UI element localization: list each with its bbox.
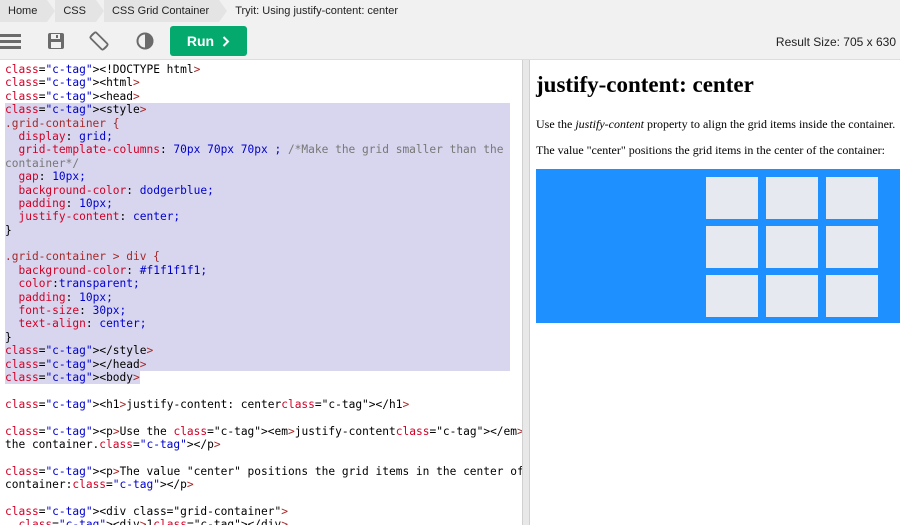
code-line: class="c-tag"><body> [5, 370, 140, 384]
grid-item [826, 275, 878, 317]
code-line: the container.class="c-tag"></p> [5, 437, 221, 451]
code-content: class="c-tag"><!DOCTYPE html> class="c-t… [0, 60, 522, 525]
breadcrumb: Home CSS CSS Grid Container Tryit: Using… [0, 0, 900, 22]
text: property to align the grid items inside … [643, 117, 896, 131]
result-frame: justify-content: center Use the justify-… [530, 60, 900, 525]
code-line: class="c-tag"><h1>justify-content: cente… [5, 397, 410, 411]
rotate-icon[interactable] [88, 30, 110, 52]
grid-container [536, 169, 900, 323]
chevron-right-icon [222, 35, 230, 47]
pane-splitter[interactable] [522, 60, 530, 525]
code-line: .grid-container > div { [5, 250, 160, 264]
grid-item [766, 275, 818, 317]
result-paragraph-1: Use the justify-content property to alig… [536, 117, 895, 132]
result-paragraph-2: The value "center" positions the grid it… [536, 143, 886, 157]
code-line: container*/ [5, 156, 80, 170]
code-line: class="c-tag"><html> [5, 76, 140, 90]
grid-item [706, 275, 758, 317]
code-line: class="c-tag"><div class="grid-container… [5, 504, 288, 518]
code-line: justify-content: center; [18, 210, 181, 224]
code-line: font-size: 30px; [18, 304, 127, 318]
breadcrumb-label: Home [8, 5, 38, 17]
code-line: padding: 10px; [18, 290, 113, 304]
grid-item [706, 226, 758, 268]
code-line: class="c-tag"><p>The value "center" posi… [5, 464, 522, 478]
code-line: display: grid; [18, 129, 113, 143]
text: Use the [536, 117, 576, 131]
code-line: background-color: dodgerblue; [18, 183, 214, 197]
theme-contrast-icon[interactable] [134, 30, 156, 52]
breadcrumb-label: CSS Grid Container [111, 5, 210, 17]
code-line: gap: 10px; [18, 170, 86, 184]
breadcrumb-label: Tryit: Using justify-content: center [235, 5, 399, 17]
code-line: container:class="c-tag"></p> [5, 478, 194, 492]
code-line: text-align: center; [18, 317, 147, 331]
breadcrumb-label: CSS [63, 5, 86, 17]
code-line: color:transparent; [18, 277, 140, 291]
save-icon[interactable] [45, 30, 67, 52]
emphasis-text: justify-content [575, 117, 644, 131]
code-line: grid-template-columns: 70px 70px 70px ; … [18, 143, 504, 157]
code-line: } [5, 223, 12, 237]
code-selection: class="c-tag"><style> .grid-container { … [5, 103, 510, 371]
grid-item [826, 226, 878, 268]
grid-item [706, 177, 758, 219]
result-size: Result Size: 705 x 630 [775, 35, 896, 49]
code-line: background-color: #f1f1f1f1; [18, 263, 208, 277]
code-line: } [5, 330, 12, 344]
result-heading: justify-content: center [536, 72, 754, 97]
code-line: class="c-tag"></head> [5, 357, 147, 371]
breadcrumb-css[interactable]: CSS [55, 0, 104, 22]
grid-item [826, 177, 878, 219]
menu-icon[interactable] [0, 30, 22, 52]
run-button-label: Run [186, 33, 215, 49]
code-editor[interactable]: class="c-tag"><!DOCTYPE html> class="c-t… [0, 60, 522, 525]
code-line: class="c-tag"><p>Use the class="c-tag"><… [5, 424, 522, 438]
code-line: .grid-container { [5, 116, 120, 130]
code-line: class="c-tag"><!DOCTYPE html> [5, 63, 201, 76]
breadcrumb-css-grid-container[interactable]: CSS Grid Container [103, 0, 228, 22]
grid-item [766, 226, 818, 268]
code-line: padding: 10px; [18, 196, 113, 210]
code-line: class="c-tag"><head> [5, 89, 140, 103]
code-line: class="c-tag"></style> [5, 344, 154, 358]
toolbar: Run Result Size: 705 x 630 [0, 22, 900, 60]
breadcrumb-current-page: Tryit: Using justify-content: center [227, 0, 408, 22]
code-line: class="c-tag"><div>1class="c-tag"></div> [18, 518, 288, 525]
code-line: class="c-tag"><style> [5, 103, 147, 117]
grid-item [766, 177, 818, 219]
run-button[interactable]: Run [170, 26, 247, 56]
breadcrumb-home[interactable]: Home [0, 0, 56, 22]
